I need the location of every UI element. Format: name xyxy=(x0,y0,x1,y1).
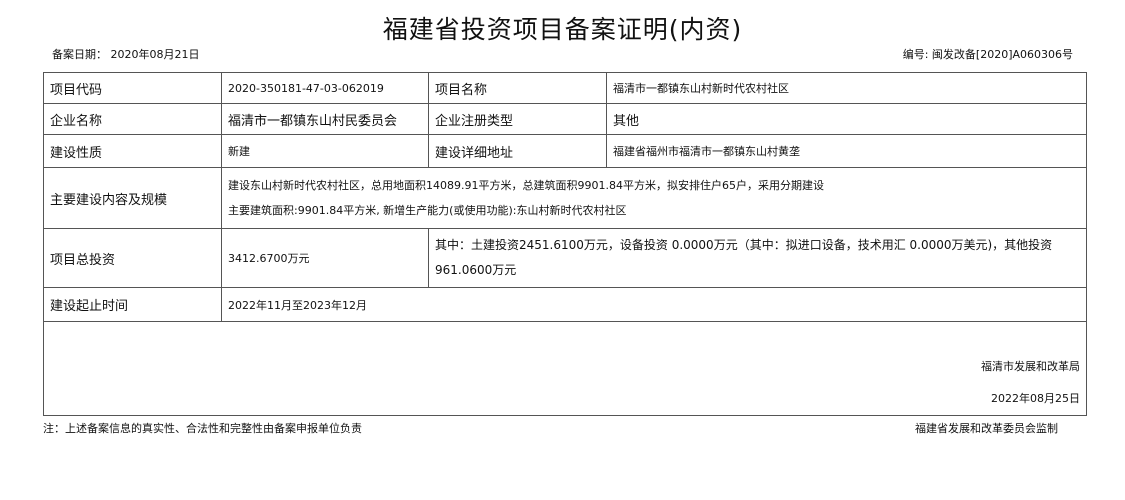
project-name-value: 福清市一都镇东山村新时代农村社区 xyxy=(606,72,1087,104)
company-name-value: 福清市一都镇东山村民委员会 xyxy=(221,103,429,135)
construction-nature-value: 新建 xyxy=(221,134,429,168)
address-value: 福建省福州市福清市一都镇东山村黄垄 xyxy=(606,134,1087,168)
signature-area: 福清市发展和改革局 2022年08月25日 xyxy=(43,321,1087,416)
content-line-2: 主要建筑面积:9901.84平方米, 新增生产能力(或使用功能):东山村新时代农… xyxy=(228,204,627,217)
company-name-label: 企业名称 xyxy=(43,103,222,135)
total-investment-value: 3412.6700万元 xyxy=(221,228,429,288)
table-row: 企业名称 福清市一都镇东山村民委员会 企业注册类型 其他 xyxy=(43,103,1087,135)
filing-date: 备案日期： 2020年08月21日 xyxy=(52,48,200,61)
supervisor-note: 福建省发展和改革委员会监制 xyxy=(915,422,1058,435)
project-name-label: 项目名称 xyxy=(428,72,607,104)
issuing-organization: 福清市发展和改革局 xyxy=(981,360,1080,373)
disclaimer-note: 注：上述备案信息的真实性、合法性和完整性由备案申报单位负责 xyxy=(43,422,362,435)
project-code-label: 项目代码 xyxy=(43,72,222,104)
table-row: 建设起止时间 2022年11月至2023年12月 xyxy=(43,287,1087,322)
table-row: 福清市发展和改革局 2022年08月25日 xyxy=(43,321,1087,416)
table-row: 主要建设内容及规模 建设东山村新时代农村社区，总用地面积14089.91平方米，… xyxy=(43,167,1087,229)
table-row: 项目总投资 3412.6700万元 其中：土建投资2451.6100万元，设备投… xyxy=(43,228,1087,288)
table-row: 建设性质 新建 建设详细地址 福建省福州市福清市一都镇东山村黄垄 xyxy=(43,134,1087,168)
project-code-value: 2020-350181-47-03-062019 xyxy=(221,72,429,104)
table-row: 项目代码 2020-350181-47-03-062019 项目名称 福清市一都… xyxy=(43,72,1087,104)
total-investment-label: 项目总投资 xyxy=(43,228,222,288)
content-scale-label: 主要建设内容及规模 xyxy=(43,167,222,229)
construction-period-label: 建设起止时间 xyxy=(43,287,222,322)
issue-date: 2022年08月25日 xyxy=(991,392,1080,405)
company-type-label: 企业注册类型 xyxy=(428,103,607,135)
address-label: 建设详细地址 xyxy=(428,134,607,168)
document-number: 编号: 闽发改备[2020]A060306号 xyxy=(902,48,1073,61)
construction-nature-label: 建设性质 xyxy=(43,134,222,168)
company-type-value: 其他 xyxy=(606,103,1087,135)
content-scale-value: 建设东山村新时代农村社区，总用地面积14089.91平方米，总建筑面积9901.… xyxy=(221,167,1087,229)
document-title: 福建省投资项目备案证明(内资) xyxy=(382,15,743,44)
filing-table: 项目代码 2020-350181-47-03-062019 项目名称 福清市一都… xyxy=(43,72,1087,416)
construction-period-value: 2022年11月至2023年12月 xyxy=(221,287,1087,322)
investment-breakdown: 其中：土建投资2451.6100万元，设备投资 0.0000万元（其中：拟进口设… xyxy=(428,228,1087,288)
content-line-1: 建设东山村新时代农村社区，总用地面积14089.91平方米，总建筑面积9901.… xyxy=(228,179,824,192)
